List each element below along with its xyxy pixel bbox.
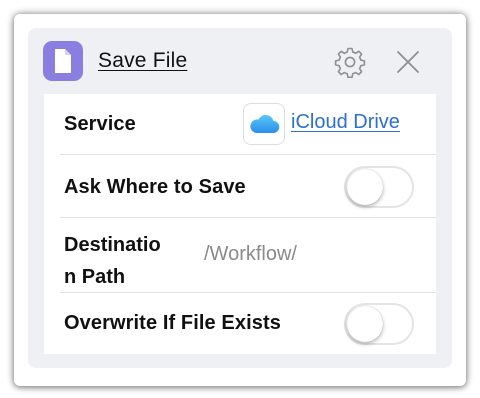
close-icon[interactable]	[395, 49, 421, 75]
destination-path-label: Destinatio n Path	[64, 229, 184, 293]
destination-path-row: Destinatio n Path	[44, 218, 436, 293]
icloud-icon	[243, 103, 285, 145]
toggle-knob	[347, 169, 383, 205]
overwrite-if-exists-row: Overwrite If File Exists	[44, 293, 436, 354]
ask-where-to-save-row: Ask Where to Save	[44, 155, 436, 218]
save-file-action-card: Save File Service iCloud Drive Ask Where…	[28, 28, 452, 368]
service-value-link[interactable]: iCloud Drive	[291, 111, 400, 134]
destination-path-label-line-1: Destinatio	[64, 234, 161, 256]
parameters-panel: Service iCloud Drive Ask Where to Save D…	[44, 94, 436, 354]
ask-where-to-save-label: Ask Where to Save	[64, 176, 246, 198]
document-icon	[43, 41, 83, 81]
destination-path-input[interactable]	[204, 243, 404, 266]
destination-path-label-line-2: n Path	[64, 266, 126, 288]
overwrite-if-exists-toggle[interactable]	[344, 303, 414, 345]
ask-where-to-save-toggle[interactable]	[344, 166, 414, 208]
action-title[interactable]: Save File	[98, 49, 187, 73]
overwrite-if-exists-label: Overwrite If File Exists	[64, 312, 281, 334]
service-label: Service	[64, 113, 136, 135]
service-row[interactable]: Service iCloud Drive	[44, 94, 436, 155]
action-header: Save File	[28, 28, 452, 94]
gear-icon[interactable]	[334, 46, 366, 79]
toggle-knob	[347, 306, 383, 342]
